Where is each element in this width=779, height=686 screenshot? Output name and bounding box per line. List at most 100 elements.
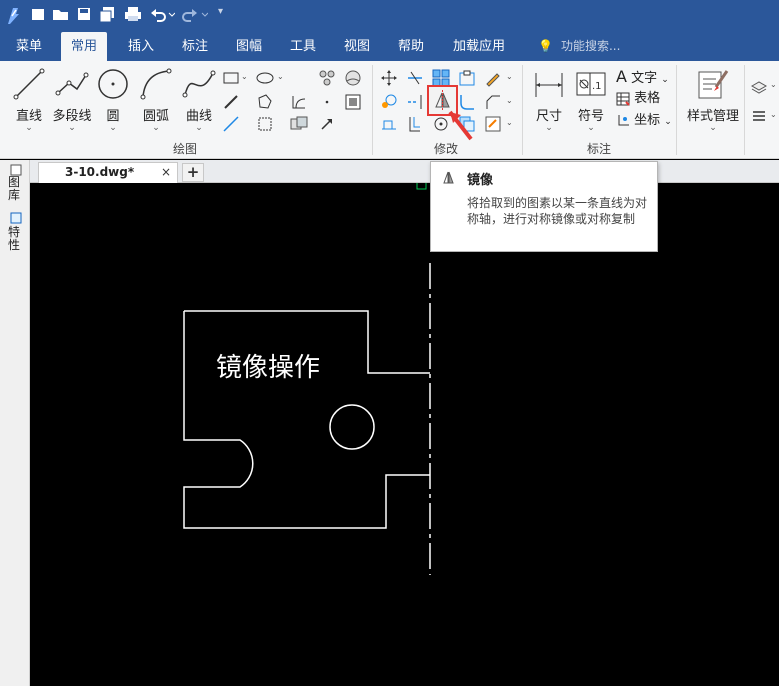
arc-icon xyxy=(140,68,172,100)
annotate-group-label: 标注 xyxy=(587,142,612,156)
layer-icon[interactable] xyxy=(750,77,768,95)
group-divider xyxy=(372,65,373,155)
curve-button[interactable]: 曲线 ⌄ xyxy=(176,67,222,133)
document-tab[interactable]: 3-10.dwg* × xyxy=(38,162,178,183)
ellipse-icon[interactable] xyxy=(256,69,274,87)
modify-group-label: 修改 xyxy=(434,142,459,156)
menu-tab-annotate[interactable]: 标注 xyxy=(172,32,218,61)
drawing-canvas[interactable]: 镜像操作 xyxy=(30,183,779,686)
sidebar-item-gallery[interactable]: 图库 xyxy=(8,176,24,202)
new-file-icon[interactable] xyxy=(30,6,46,24)
circle-label: 圆 xyxy=(106,109,120,124)
customize-quick-access-icon[interactable]: ▾ xyxy=(218,6,223,24)
arrow-icon[interactable] xyxy=(318,115,336,133)
linetype-icon[interactable] xyxy=(750,107,768,125)
save-all-icon[interactable] xyxy=(99,6,117,24)
polygon-icon[interactable] xyxy=(256,93,274,111)
offset-curve-icon[interactable] xyxy=(290,93,308,111)
symbol-button[interactable]: .1 符号 ⌄ xyxy=(568,67,614,133)
chevron-down-icon: ⌄ xyxy=(545,123,553,133)
boundary-icon[interactable] xyxy=(256,115,274,133)
polyline-icon xyxy=(55,72,89,96)
menu-tab-tools[interactable]: 工具 xyxy=(280,32,326,61)
chevron-down-icon[interactable]: ⌄ xyxy=(277,72,284,81)
chevron-down-icon: ⌄ xyxy=(68,123,76,133)
chevron-down-icon[interactable]: ⌄ xyxy=(506,118,513,127)
chevron-down-icon[interactable]: ⌄ xyxy=(506,96,513,105)
block-insert-icon[interactable] xyxy=(290,115,308,133)
text-label: 文字 xyxy=(631,71,658,86)
chevron-down-icon: ⌄ xyxy=(195,123,203,133)
menu-tab-insert[interactable]: 插入 xyxy=(118,32,164,61)
hole-circle xyxy=(329,404,375,450)
line-label: 直线 xyxy=(15,109,42,124)
polyline-label: 多段线 xyxy=(52,109,92,124)
construction-line-icon[interactable] xyxy=(222,93,240,111)
table-icon xyxy=(616,92,630,106)
line-button[interactable]: 直线 ⌄ xyxy=(6,67,52,133)
spline-icon xyxy=(182,70,216,98)
app-logo-icon[interactable] xyxy=(4,6,22,24)
rotate-icon[interactable] xyxy=(380,93,398,111)
dimension-button[interactable]: 尺寸 ⌄ xyxy=(526,67,572,133)
feature-search-placeholder: 功能搜索... xyxy=(560,39,621,53)
properties-icon xyxy=(10,212,22,224)
extend-icon[interactable] xyxy=(406,93,424,111)
rectangle-icon[interactable] xyxy=(222,69,240,87)
table-button[interactable]: 表格 xyxy=(616,89,660,109)
polyline-button[interactable]: 多段线 ⌄ xyxy=(49,67,95,133)
menu-tab-addins[interactable]: 加载应用 xyxy=(443,32,515,61)
chamfer-icon[interactable] xyxy=(484,93,502,111)
stretch-icon[interactable] xyxy=(380,115,398,133)
redo-icon[interactable] xyxy=(182,6,208,24)
properties-edit-icon[interactable] xyxy=(484,115,502,133)
ray-icon[interactable] xyxy=(222,115,240,133)
symbol-icon: .1 xyxy=(576,72,606,96)
left-sidebar: 图库 特性 xyxy=(0,160,30,686)
menu-tab-common[interactable]: 常用 xyxy=(61,32,108,61)
arc-button[interactable]: 圆弧 ⌄ xyxy=(133,67,179,133)
region-icon[interactable] xyxy=(344,93,362,111)
tooltip-title: 镜像 xyxy=(467,173,494,188)
menu-tab-frame[interactable]: 图幅 xyxy=(226,32,272,61)
chevron-down-icon[interactable]: ⌄ xyxy=(770,80,777,89)
point-icon[interactable] xyxy=(318,93,336,111)
group-divider xyxy=(522,65,523,155)
save-icon[interactable] xyxy=(76,6,92,24)
feature-search[interactable]: 💡 功能搜索... xyxy=(538,32,620,61)
menu-tab-help[interactable]: 帮助 xyxy=(388,32,434,61)
dimension-icon xyxy=(535,73,563,97)
mirror-icon xyxy=(443,171,454,184)
hatch-pattern-icon[interactable] xyxy=(318,69,336,87)
circle-button[interactable]: 圆 ⌄ xyxy=(90,67,136,133)
style-manager-button[interactable]: 样式管理 ⌄ xyxy=(683,67,743,133)
chevron-down-icon: ⌄ xyxy=(661,75,669,85)
menu-bar: 菜单 常用 插入 标注 图幅 工具 视图 帮助 加载应用 💡 功能搜索... xyxy=(0,32,779,61)
line-icon xyxy=(13,68,45,100)
undo-icon[interactable] xyxy=(149,6,175,24)
print-icon[interactable] xyxy=(124,6,142,24)
menu-tab-view[interactable]: 视图 xyxy=(334,32,380,61)
chevron-down-icon: ⌄ xyxy=(709,123,717,133)
gradient-fill-icon[interactable] xyxy=(344,69,362,87)
coordinate-label: 坐标 xyxy=(634,113,661,128)
offset-icon[interactable] xyxy=(406,115,424,133)
scale-icon[interactable] xyxy=(458,69,476,87)
sidebar-item-properties[interactable]: 特性 xyxy=(8,226,24,252)
chevron-down-icon[interactable]: ⌄ xyxy=(770,110,777,119)
menu-tab-menu[interactable]: 菜单 xyxy=(6,32,52,61)
pencil-edit-icon[interactable] xyxy=(484,69,502,87)
move-icon[interactable] xyxy=(380,69,398,87)
chevron-down-icon[interactable]: ⌄ xyxy=(241,72,248,81)
lightbulb-icon: 💡 xyxy=(538,39,553,53)
svg-text:.1: .1 xyxy=(592,81,602,92)
new-tab-button[interactable]: + xyxy=(182,163,204,182)
curve-label: 曲线 xyxy=(185,109,212,124)
close-icon[interactable]: × xyxy=(161,163,171,182)
coordinate-button[interactable]: 坐标 ⌄ xyxy=(616,111,672,131)
open-folder-icon[interactable] xyxy=(52,6,70,24)
text-button[interactable]: A 文字 ⌄ xyxy=(616,67,669,87)
mirror-tooltip: 镜像 将拾取到的图素以某一条直线为对称轴，进行对称镜像或对称复制 xyxy=(430,161,658,252)
chevron-down-icon[interactable]: ⌄ xyxy=(506,72,513,81)
trim-icon[interactable] xyxy=(406,69,424,87)
